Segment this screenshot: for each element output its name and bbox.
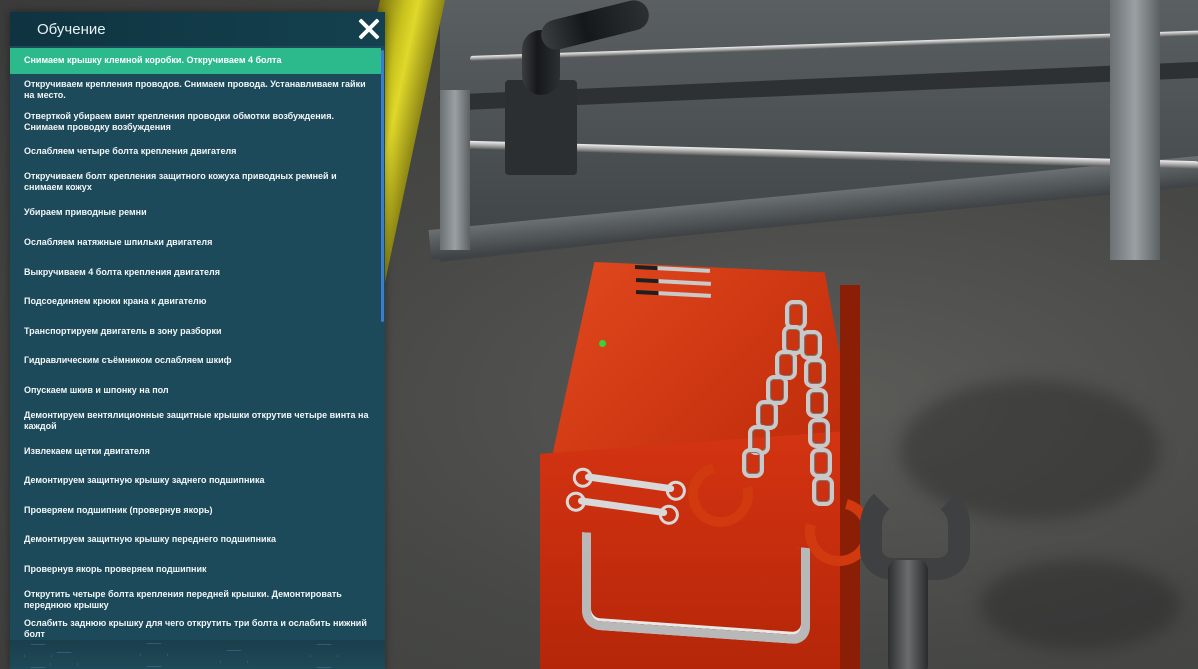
step-label: Откручиваем крепления проводов. Снимаем … xyxy=(24,79,366,100)
step-label: Откручиваем болт крепления защитного кож… xyxy=(24,171,337,192)
crosshair-dot xyxy=(599,340,606,347)
step-label: Подсоединяем крюки крана к двигателю xyxy=(24,296,207,306)
step-label: Выкручиваем 4 болта крепления двигателя xyxy=(24,267,220,277)
step-item[interactable]: Проверяем подшипник (провернув якорь) xyxy=(10,505,381,516)
step-item[interactable]: Откручиваем крепления проводов. Снимаем … xyxy=(10,79,381,101)
step-label: Открутить четыре болта крепления передне… xyxy=(24,589,342,610)
step-label: Провернув якорь проверяем подшипник xyxy=(24,564,207,574)
toolbox-side xyxy=(840,285,860,669)
frame-leg xyxy=(440,90,470,250)
hex-pattern xyxy=(310,644,338,668)
step-item[interactable]: Демонтируем вентялиционные защитные крыш… xyxy=(10,410,381,432)
step-item[interactable]: Демонтируем защитную крышку заднего подш… xyxy=(10,475,381,486)
step-label: Проверяем подшипник (провернув якорь) xyxy=(24,505,213,515)
step-list: Снимаем крышку клемной коробки. Откручив… xyxy=(10,47,381,647)
chain-link xyxy=(808,418,830,448)
large-wrench-handle[interactable] xyxy=(888,560,928,669)
chain-link xyxy=(810,448,832,478)
step-item[interactable]: Подсоединяем крюки крана к двигателю xyxy=(10,296,381,307)
step-item[interactable]: Опускаем шкив и шпонку на пол xyxy=(10,385,381,396)
step-item[interactable]: Провернув якорь проверяем подшипник xyxy=(10,564,381,575)
step-label: Опускаем шкив и шпонку на пол xyxy=(24,385,169,395)
step-label: Ослабляем четыре болта крепления двигате… xyxy=(24,146,237,156)
training-panel: Обучение Снимаем крышку клемной коробки.… xyxy=(10,12,385,669)
panel-header: Обучение xyxy=(10,12,385,46)
panel-title: Обучение xyxy=(37,21,106,38)
step-label: Убираем приводные ремни xyxy=(24,207,147,217)
step-item[interactable]: Ослабляем четыре болта крепления двигате… xyxy=(10,146,381,157)
step-label: Демонтируем защитную крышку заднего подш… xyxy=(24,475,265,485)
floor-stain xyxy=(980,560,1180,650)
step-item[interactable]: Откручиваем болт крепления защитного кож… xyxy=(10,171,381,193)
step-label: Демонтируем вентялиционные защитные крыш… xyxy=(24,410,369,431)
step-item[interactable]: Демонтируем защитную крышку переднего по… xyxy=(10,534,381,545)
step-item[interactable]: Ослабить заднюю крышку для чего открутит… xyxy=(10,618,381,640)
step-label: Транспортируем двигатель в зону разборки xyxy=(24,326,222,336)
step-label: Снимаем крышку клемной коробки. Откручив… xyxy=(24,55,282,65)
step-label: Ослабляем натяжные шпильки двигателя xyxy=(24,237,213,247)
step-label: Ослабить заднюю крышку для чего открутит… xyxy=(24,618,367,639)
step-item[interactable]: Выкручиваем 4 болта крепления двигателя xyxy=(10,267,381,278)
step-item[interactable]: Открутить четыре болта крепления передне… xyxy=(10,589,381,611)
frame-leg xyxy=(1110,0,1160,260)
chain-link xyxy=(804,358,826,388)
step-label: Отверткой убираем винт крепления проводк… xyxy=(24,111,334,132)
hex-pattern xyxy=(24,644,52,668)
step-item[interactable]: Убираем приводные ремни xyxy=(10,207,381,218)
chain-link xyxy=(806,388,828,418)
step-item[interactable]: Транспортируем двигатель в зону разборки xyxy=(10,326,381,337)
step-label: Гидравлическим съёмником ослабляем шкиф xyxy=(24,355,232,365)
scrollbar-thumb[interactable] xyxy=(381,50,384,322)
panel-footer xyxy=(10,640,385,669)
hex-pattern xyxy=(50,652,78,669)
step-item-active[interactable]: Снимаем крышку клемной коробки. Откручив… xyxy=(10,48,381,74)
step-item[interactable]: Гидравлическим съёмником ослабляем шкиф xyxy=(10,355,381,366)
hex-pattern xyxy=(220,650,248,669)
step-item[interactable]: Ослабляем натяжные шпильки двигателя xyxy=(10,237,381,248)
step-item[interactable]: Извлекаем щетки двигателя xyxy=(10,446,381,457)
step-label: Извлекаем щетки двигателя xyxy=(24,446,150,456)
close-icon[interactable] xyxy=(356,16,382,42)
chain-link xyxy=(800,330,822,360)
toolbox-handle[interactable] xyxy=(582,532,810,645)
step-label: Демонтируем защитную крышку переднего по… xyxy=(24,534,277,544)
step-item[interactable]: Отверткой убираем винт крепления проводк… xyxy=(10,111,381,133)
hex-pattern xyxy=(140,643,168,667)
